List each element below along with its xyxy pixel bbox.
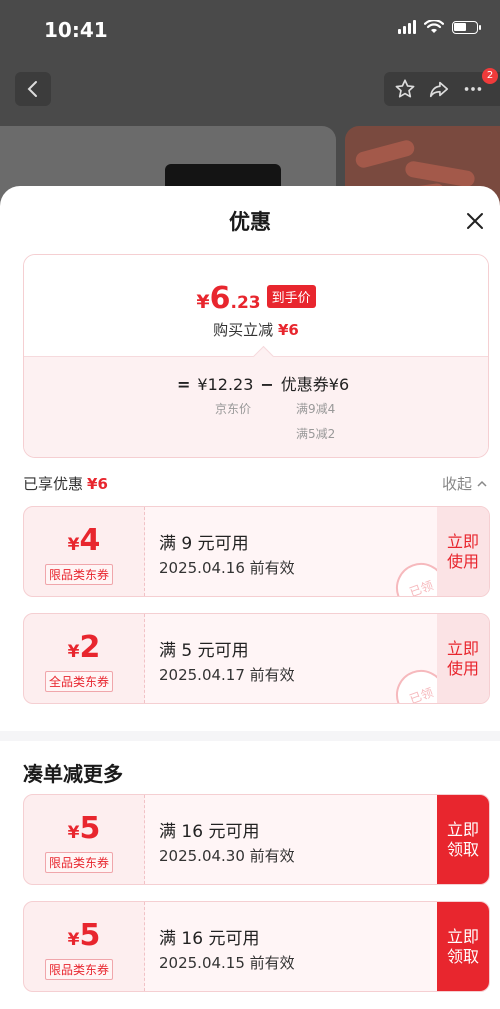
coupon-condition: 满5减2 bbox=[296, 427, 336, 441]
coupon-type: 限品类东券 bbox=[45, 959, 114, 980]
status-icons bbox=[398, 20, 481, 34]
coupon-expiry: 2025.04.15 前有效 bbox=[159, 954, 295, 972]
instant-reduce: 购买立减 ¥6 bbox=[213, 321, 299, 339]
coupon-condition: 满9减4 bbox=[296, 402, 336, 416]
jd-price-label: 京东价 bbox=[215, 402, 252, 416]
coupon-condition: 满 9 元可用 bbox=[159, 534, 249, 554]
coupon-amount: ¥5 bbox=[67, 918, 101, 953]
claim-coupon-button[interactable]: 立即 领取 bbox=[437, 902, 489, 991]
more-icon[interactable] bbox=[462, 78, 484, 100]
star-icon[interactable] bbox=[394, 78, 416, 100]
chevron-up-icon bbox=[477, 480, 487, 487]
coupon-condition: 满 16 元可用 bbox=[159, 929, 260, 949]
coupon-card: ¥5 限品类东券 满 16 元可用 2025.04.30 前有效 立即 领取 bbox=[23, 794, 490, 885]
claim-coupon-button[interactable]: 立即 领取 bbox=[437, 795, 489, 884]
discount-sheet: 优惠 ¥6.23 到手价 购买立减 ¥6 = ¥12.23− 优惠券¥6 京东价 满9… bbox=[0, 186, 500, 1009]
wifi-icon bbox=[424, 20, 444, 33]
share-icon[interactable] bbox=[428, 78, 450, 100]
coupon-condition: 满 5 元可用 bbox=[159, 641, 249, 661]
price-summary-card: ¥6.23 到手价 购买立减 ¥6 = ¥12.23− 优惠券¥6 京东价 满9减4 … bbox=[23, 254, 489, 458]
notification-badge: 2 bbox=[482, 68, 498, 84]
coupon-type: 全品类东券 bbox=[45, 671, 114, 692]
final-price-tag: 到手价 bbox=[266, 285, 316, 308]
close-icon[interactable] bbox=[462, 208, 488, 234]
collapse-button[interactable]: 收起 bbox=[442, 473, 488, 494]
coupon-condition: 满 16 元可用 bbox=[159, 822, 260, 842]
coupon-card: ¥5 限品类东券 满 16 元可用 2025.04.15 前有效 立即 领取 bbox=[23, 901, 490, 992]
coupon-amount: ¥2 bbox=[67, 630, 101, 665]
back-button[interactable] bbox=[15, 72, 51, 106]
jd-price: ¥12.23 bbox=[197, 375, 254, 394]
coupon-card: ¥4 限品类东券 满 9 元可用 2025.04.16 前有效 已领 立即 使用 bbox=[23, 506, 490, 597]
coupon-type: 限品类东券 bbox=[45, 852, 114, 873]
price-formula: = ¥12.23− 优惠券¥6 bbox=[177, 375, 350, 394]
sheet-title: 优惠 bbox=[229, 210, 271, 234]
coupon-expiry: 2025.04.16 前有效 bbox=[159, 559, 295, 577]
final-price: ¥6.23 到手价 bbox=[24, 281, 488, 316]
use-coupon-button[interactable]: 立即 使用 bbox=[437, 507, 489, 596]
use-coupon-button[interactable]: 立即 使用 bbox=[437, 614, 489, 703]
coupon-amount: ¥5 bbox=[67, 811, 101, 846]
coupon-total: 优惠券¥6 bbox=[280, 375, 350, 394]
coupon-expiry: 2025.04.17 前有效 bbox=[159, 666, 295, 684]
coupon-type: 限品类东券 bbox=[45, 564, 114, 585]
coupon-amount: ¥4 bbox=[67, 523, 101, 558]
enjoyed-discount: 已享优惠 ¥6 bbox=[23, 475, 108, 493]
status-time: 10:41 bbox=[44, 18, 108, 42]
nav-actions: 2 bbox=[384, 68, 500, 106]
coupon-expiry: 2025.04.30 前有效 bbox=[159, 847, 295, 865]
more-section-title: 凑单减更多 bbox=[23, 762, 123, 786]
section-divider bbox=[0, 731, 500, 741]
coupon-card: ¥2 全品类东券 满 5 元可用 2025.04.17 前有效 已领 立即 使用 bbox=[23, 613, 490, 704]
battery-icon bbox=[452, 20, 481, 34]
signal-icon bbox=[398, 20, 416, 34]
chevron-left-icon bbox=[27, 81, 37, 97]
